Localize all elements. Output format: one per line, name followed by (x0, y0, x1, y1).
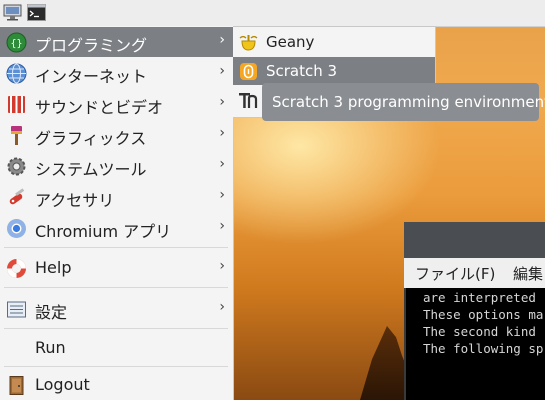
globe-icon (6, 63, 27, 84)
menu-separator (4, 287, 228, 288)
menu-item-label: システムツール (35, 160, 147, 179)
lifebuoy-icon (7, 259, 26, 278)
terminal-menu-edit[interactable]: 編集 (513, 263, 543, 284)
menu-item-programming[interactable]: {} プログラミング › (0, 27, 233, 57)
menu-item-label: サウンドとビデオ (35, 98, 164, 117)
knife-icon (9, 188, 25, 205)
terminal-line: are interpreted (423, 290, 536, 305)
chevron-right-icon: › (219, 156, 225, 172)
menu-separator (4, 328, 228, 329)
menu-item-help[interactable]: Help › (0, 253, 233, 283)
menu-item-label: Run (35, 338, 66, 357)
menu-item-chromium-apps[interactable]: Chromium アプリ › (0, 213, 233, 243)
menu-item-system-tools[interactable]: システムツール › (0, 151, 233, 181)
menu-item-internet[interactable]: インターネット › (0, 58, 233, 88)
menu-item-settings[interactable]: 設定 › (0, 294, 233, 324)
tooltip: Scratch 3 programming environment (262, 83, 545, 121)
menu-item-label: グラフィックス (35, 129, 147, 148)
menu-item-run[interactable]: Run (0, 333, 233, 363)
terminal-icon[interactable] (27, 4, 46, 21)
terminal-line: The following sp (423, 341, 544, 356)
menu-separator (4, 366, 228, 367)
paintbrush-icon (11, 126, 22, 145)
menu-separator (4, 247, 228, 248)
menu-item-accessories[interactable]: アクセサリ › (0, 182, 233, 212)
chevron-right-icon: › (219, 63, 225, 79)
menu-item-label: プログラミング (35, 36, 148, 55)
terminal-line: The second kind (423, 324, 536, 339)
programming-icon: {} (6, 32, 27, 53)
menu-item-label: 設定 (35, 303, 68, 322)
terminal-output[interactable]: are interpreted These options ma The sec… (406, 288, 545, 400)
logout-icon (9, 376, 24, 395)
submenu-item-scratch[interactable]: Scratch 3 (233, 57, 435, 85)
chevron-right-icon: › (219, 125, 225, 141)
chevron-right-icon: › (219, 258, 225, 274)
menu-item-logout[interactable]: Logout (0, 370, 233, 400)
media-icon (8, 96, 25, 113)
terminal-line: These options ma (423, 307, 544, 322)
chromium-icon (7, 219, 26, 238)
terminal-menu-file[interactable]: ファイル(F) (415, 263, 495, 284)
menu-item-label: Chromium アプリ (35, 222, 172, 241)
terminal-titlebar[interactable] (404, 222, 545, 258)
chevron-right-icon: › (219, 32, 225, 48)
menu-item-label: アクセサリ (35, 191, 115, 210)
menu-item-sound-video[interactable]: サウンドとビデオ › (0, 89, 233, 119)
chevron-right-icon: › (219, 218, 225, 234)
menu-item-graphics[interactable]: グラフィックス › (0, 120, 233, 150)
submenu-item-geany[interactable]: Geany (233, 28, 435, 56)
chevron-right-icon: › (219, 94, 225, 110)
monitor-icon[interactable] (3, 4, 22, 21)
scratch-icon (240, 63, 257, 80)
terminal-window[interactable]: ファイル(F) 編集 are interpreted These options… (404, 222, 545, 400)
settings-icon (7, 301, 26, 318)
svg-text:{}: {} (10, 39, 22, 50)
geany-icon (239, 35, 258, 51)
chevron-right-icon: › (219, 299, 225, 315)
top-panel (0, 0, 545, 27)
terminal-menubar: ファイル(F) 編集 (404, 258, 545, 288)
submenu-item-label: Scratch 3 (266, 62, 338, 80)
menu-item-label: Logout (35, 375, 90, 394)
application-menu: {} プログラミング › インターネット › サウンドとビデオ › グラフィック… (0, 26, 234, 400)
chevron-right-icon: › (219, 187, 225, 203)
menu-item-label: Help (35, 258, 72, 277)
submenu-item-label: Geany (266, 33, 315, 51)
thonny-icon (239, 93, 258, 108)
menu-item-label: インターネット (35, 67, 148, 86)
gear-icon (7, 157, 26, 176)
